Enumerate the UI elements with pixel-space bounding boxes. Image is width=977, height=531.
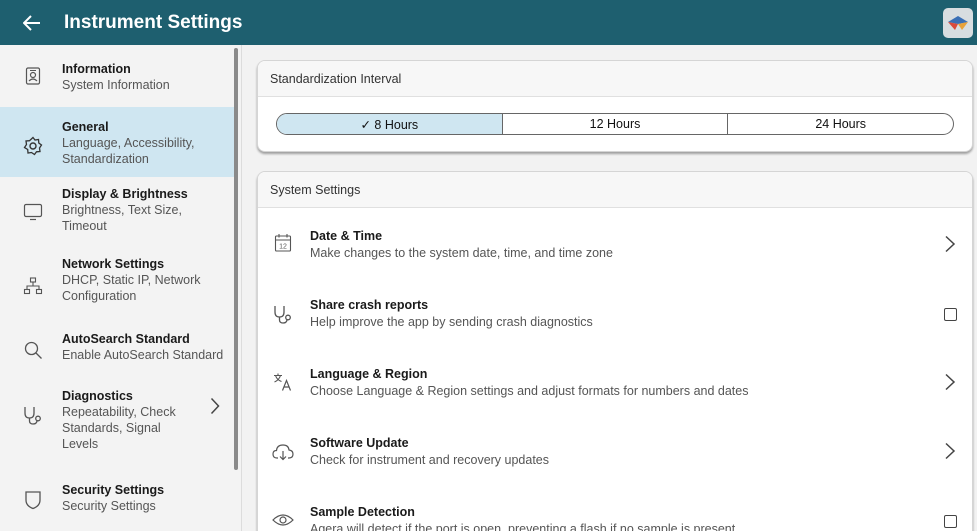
card-header: Standardization Interval [258, 61, 972, 97]
interval-segmented-control: ✓ 8 Hours 12 Hours 24 Hours [276, 113, 954, 135]
sidebar-item-title: Network Settings [62, 257, 165, 271]
sidebar-item-security-settings[interactable]: Security Settings Security Settings [0, 473, 238, 531]
sidebar-scrollbar[interactable] [234, 48, 238, 470]
calendar-icon: 12 [272, 232, 294, 254]
translate-icon [272, 371, 294, 393]
setting-title: Date & Time [310, 229, 383, 243]
chevron-right-icon [945, 235, 956, 253]
sidebar-item-title: Security Settings [62, 483, 165, 497]
arrow-left-icon [23, 14, 40, 31]
sidebar-item-information[interactable]: Information System Information [0, 45, 238, 107]
sidebar-item-autosearch-standard[interactable]: AutoSearch Standard Enable AutoSearch St… [0, 319, 238, 377]
sidebar-item-subtitle: DHCP, Static IP, Network Configuration [62, 273, 201, 303]
stethoscope-icon [272, 304, 294, 326]
setting-row-software-update[interactable]: Software Update Check for instrument and… [258, 416, 972, 485]
setting-subtitle: Make changes to the system date, time, a… [310, 246, 613, 260]
interval-option-24-hours[interactable]: 24 Hours [728, 114, 953, 134]
interval-option-8-hours[interactable]: ✓ 8 Hours [277, 114, 503, 134]
sidebar-item-subtitle: Brightness, Text Size, Timeout [62, 203, 182, 233]
cloud-download-icon [272, 441, 294, 463]
app-header: Instrument Settings [0, 0, 977, 45]
sidebar-item-subtitle: Security Settings [62, 499, 156, 513]
setting-row-share-crash-reports[interactable]: Share crash reports Help improve the app… [258, 278, 972, 347]
setting-subtitle: Choose Language & Region settings and ad… [310, 384, 749, 398]
search-icon [22, 339, 44, 361]
sidebar-item-display-brightness[interactable]: Display & Brightness Brightness, Text Si… [0, 177, 238, 247]
system-settings-card: System Settings 12 Date & Time Make chan… [257, 171, 973, 531]
chevron-right-icon [945, 373, 956, 391]
setting-title: Software Update [310, 436, 409, 450]
gear-icon [22, 135, 44, 157]
card-header: System Settings [258, 172, 972, 208]
monitor-icon [22, 201, 44, 223]
chevron-right-icon [210, 397, 220, 420]
sidebar-item-subtitle: Language, Accessibility, Standardization [62, 136, 195, 166]
setting-subtitle: Check for instrument and recovery update… [310, 453, 550, 467]
standardization-interval-card: Standardization Interval ✓ 8 Hours 12 Ho… [257, 60, 973, 152]
sidebar-item-subtitle: System Information [62, 78, 170, 92]
setting-title: Language & Region [310, 367, 428, 381]
sidebar-item-title: Information [62, 62, 131, 76]
eye-icon [272, 509, 294, 531]
id-badge-icon [22, 65, 44, 87]
sidebar-item-title: General [62, 120, 109, 134]
setting-subtitle: Help improve the app by sending crash di… [310, 315, 593, 329]
page-title: Instrument Settings [64, 11, 243, 33]
setting-title: Sample Detection [310, 505, 415, 519]
calendar-day: 12 [279, 244, 287, 251]
setting-row-language-region[interactable]: Language & Region Choose Language & Regi… [258, 347, 972, 416]
share-crash-reports-checkbox[interactable] [944, 308, 957, 321]
sidebar-item-subtitle: Enable AutoSearch Standard [62, 348, 224, 362]
app-logo-button[interactable] [943, 8, 973, 38]
settings-sidebar: Information System Information General L… [0, 45, 242, 531]
network-icon [22, 275, 44, 297]
setting-row-sample-detection[interactable]: Sample Detection Agera will detect if th… [258, 485, 972, 531]
sample-detection-checkbox[interactable] [944, 515, 957, 528]
interval-option-12-hours[interactable]: 12 Hours [503, 114, 729, 134]
sidebar-item-subtitle: Repeatability, Check Standards, Signal L… [62, 405, 176, 451]
back-button[interactable] [12, 0, 52, 45]
setting-subtitle: Agera will detect if the port is open, p… [310, 522, 736, 531]
sidebar-item-title: Display & Brightness [62, 187, 188, 201]
setting-title: Share crash reports [310, 298, 429, 312]
setting-row-date-time[interactable]: 12 Date & Time Make changes to the syste… [258, 209, 972, 278]
sidebar-item-general[interactable]: General Language, Accessibility, Standar… [0, 107, 238, 177]
app-logo-icon [948, 16, 968, 30]
stethoscope-icon [22, 405, 44, 427]
shield-icon [22, 489, 44, 511]
chevron-right-icon [945, 442, 956, 460]
sidebar-item-network-settings[interactable]: Network Settings DHCP, Static IP, Networ… [0, 247, 238, 319]
sidebar-item-title: AutoSearch Standard [62, 332, 190, 346]
sidebar-item-title: Diagnostics [62, 389, 133, 403]
sidebar-item-diagnostics[interactable]: Diagnostics Repeatability, Check Standar… [0, 377, 238, 467]
